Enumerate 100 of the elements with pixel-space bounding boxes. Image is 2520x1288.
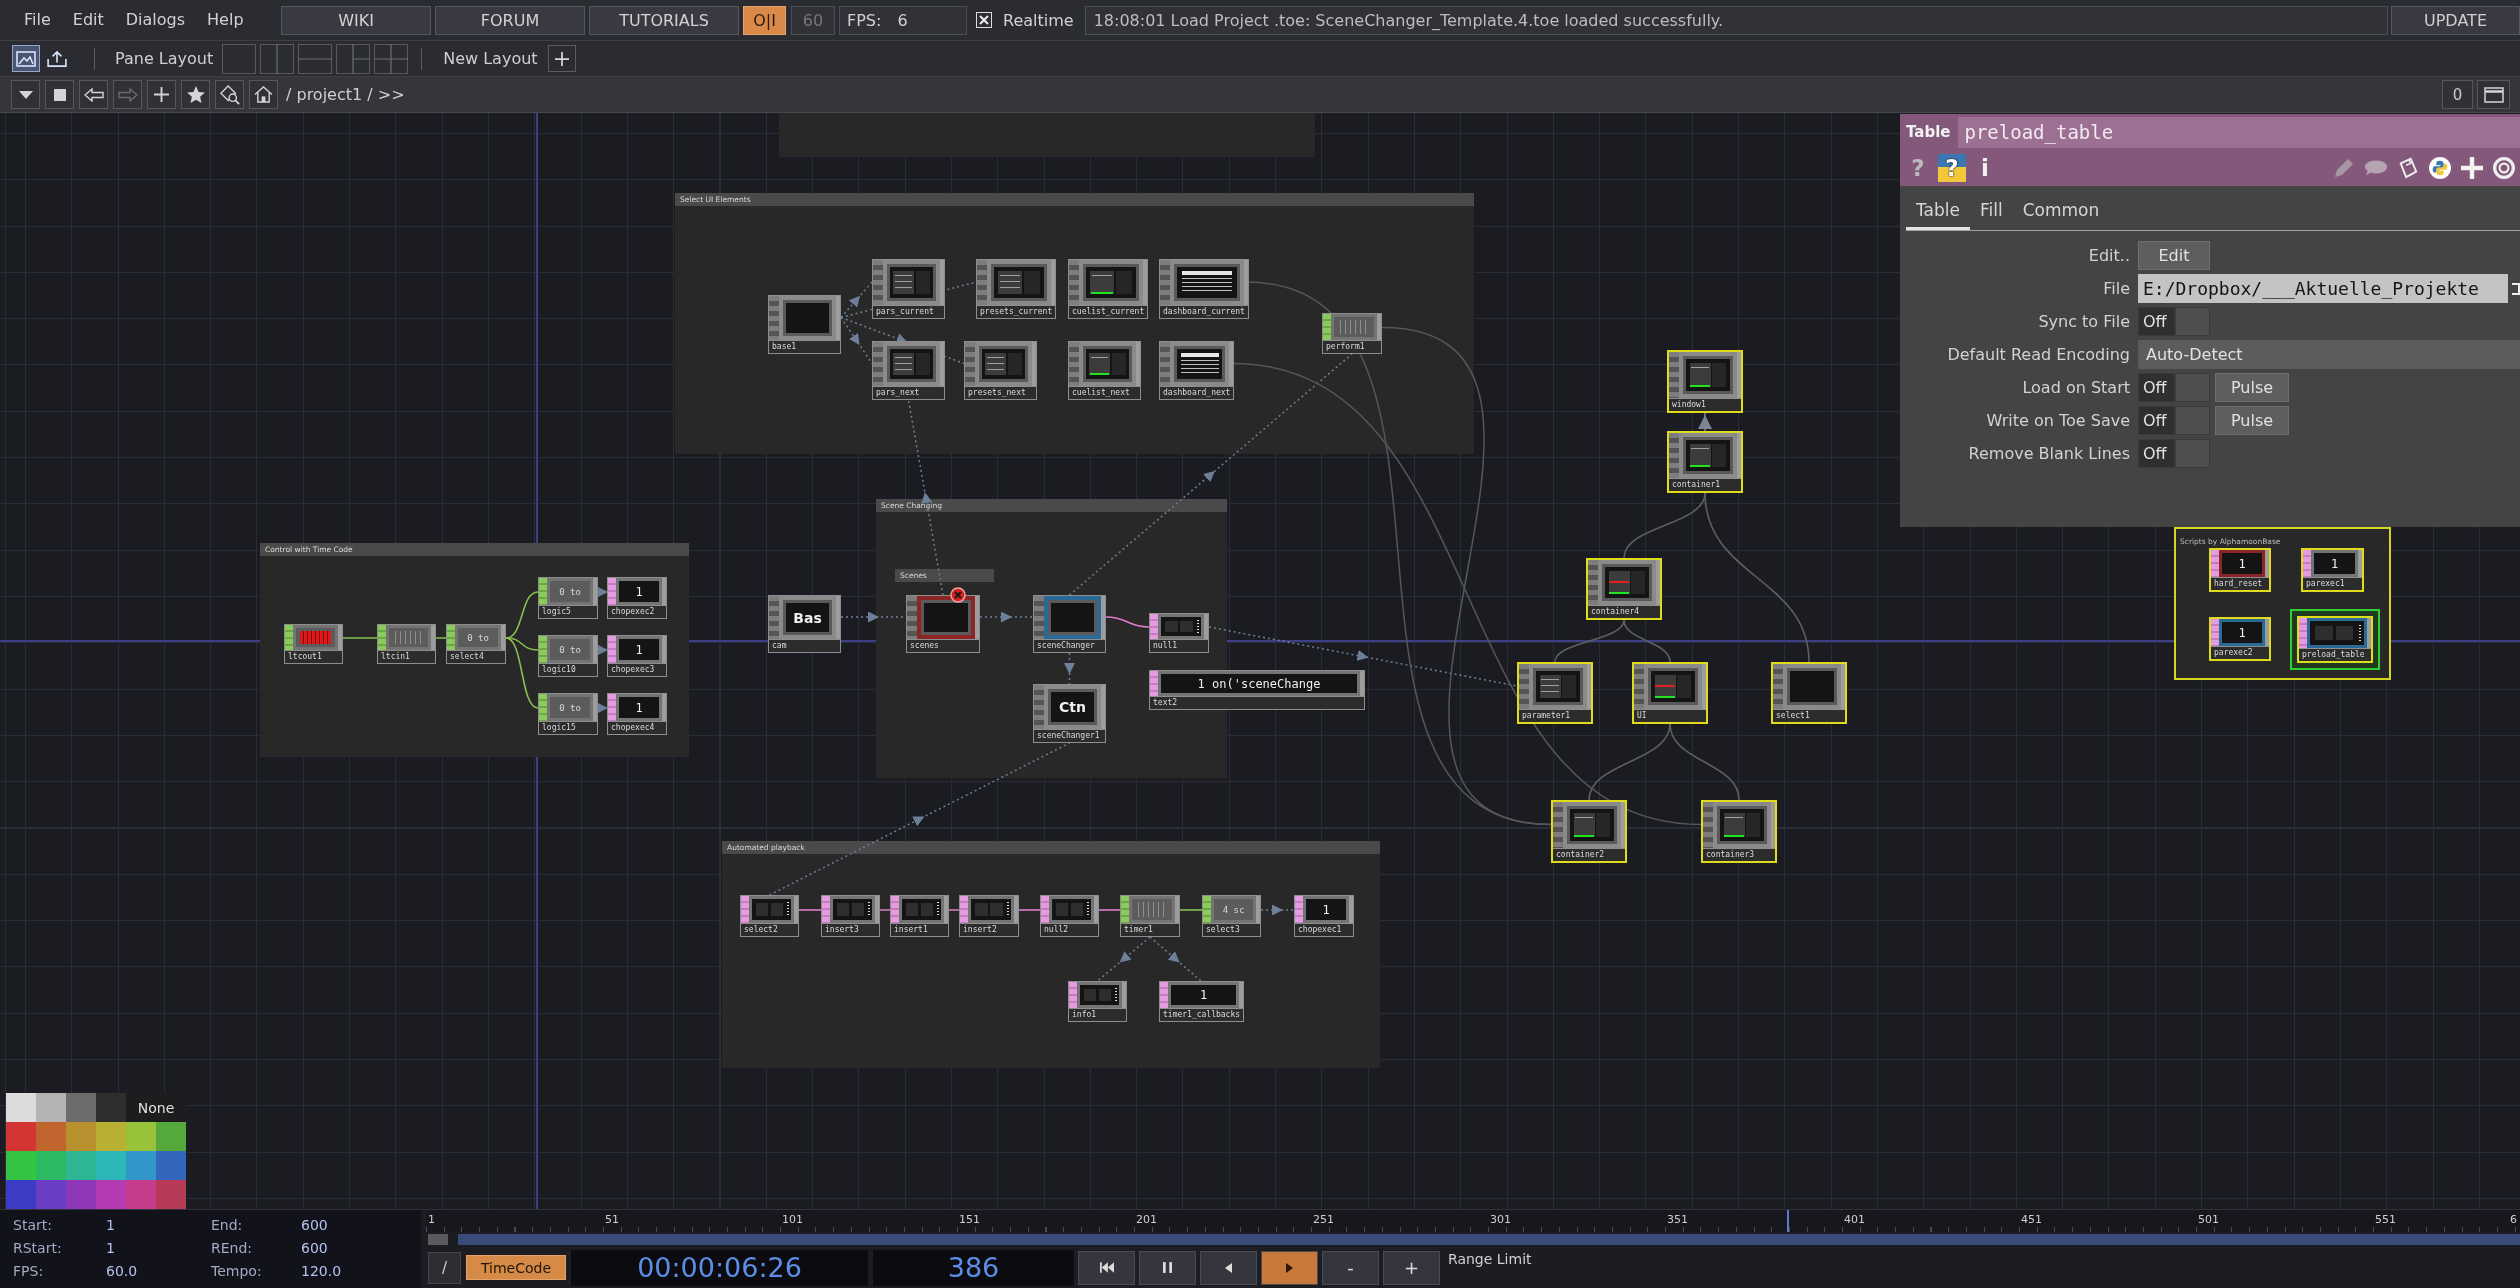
menu-item[interactable]: Dialogs (114, 8, 197, 32)
toggle-value[interactable]: Off (2138, 307, 2175, 336)
operator-node[interactable]: 0 to logic10 (538, 635, 598, 677)
operator-node[interactable]: dashboard_current (1159, 259, 1249, 319)
menu-button[interactable] (11, 80, 40, 109)
operator-node[interactable]: null2 (1040, 895, 1099, 937)
operator-node[interactable]: select2 (740, 895, 799, 937)
link-button[interactable]: FORUM (435, 5, 585, 35)
pulse-button[interactable]: Pulse (2215, 406, 2289, 435)
timeline-ruler[interactable]: 1 51 101 151 201 251 301 351 401 451 501 551 6 (426, 1210, 2520, 1232)
menu-item[interactable]: File (13, 8, 62, 32)
search-button[interactable] (215, 80, 244, 109)
operator-node[interactable]: cuelist_next (1068, 341, 1141, 400)
update-button[interactable]: UPDATE (2391, 5, 2520, 35)
tab[interactable]: Table (1906, 200, 1970, 230)
pane-layout-icon[interactable] (260, 43, 295, 74)
operator-node[interactable]: insert3 (821, 895, 880, 937)
toggle-value[interactable]: Off (2138, 373, 2175, 402)
pane-index-button[interactable]: 0 (2442, 80, 2473, 109)
color-swatch[interactable] (66, 1093, 96, 1122)
operator-node[interactable]: 4 sc select3 (1202, 895, 1261, 937)
operator-node[interactable]: 1 hard_reset (2209, 548, 2271, 592)
operator-node[interactable]: presets_current (976, 259, 1057, 319)
operator-node[interactable]: cuelist_current (1068, 259, 1149, 319)
operator-node[interactable]: 0 to select4 (446, 624, 506, 664)
file-path-field[interactable]: E:/Dropbox/___Aktuelle_Projekte (2138, 274, 2508, 303)
color-swatch[interactable] (96, 1180, 126, 1209)
toggle-box[interactable] (2175, 373, 2210, 402)
color-swatch[interactable] (96, 1151, 126, 1180)
transport-button[interactable]: - (1322, 1250, 1379, 1285)
operator-node[interactable]: 1 chopexec2 (607, 577, 667, 619)
operator-node[interactable]: insert1 (890, 895, 949, 937)
color-swatch[interactable] (36, 1122, 66, 1151)
transport-button[interactable]: + (1383, 1250, 1440, 1285)
color-swatch[interactable] (96, 1122, 126, 1151)
range-handle[interactable] (428, 1234, 448, 1245)
playhead[interactable] (1787, 1210, 1790, 1232)
operator-node[interactable]: window1 (1667, 350, 1743, 413)
color-swatch[interactable] (36, 1093, 66, 1122)
color-swatch[interactable] (126, 1122, 156, 1151)
operator-node[interactable]: null1 (1149, 613, 1209, 653)
pencil-icon[interactable] (2332, 157, 2356, 179)
home-button[interactable] (249, 80, 278, 109)
operator-node[interactable]: 1 chopexec4 (607, 693, 667, 735)
operator-node[interactable]: ltcout1 (284, 624, 343, 664)
operator-node[interactable]: 0 to logic15 (538, 693, 598, 735)
operator-node[interactable]: 1 chopexec1 (1294, 895, 1354, 937)
add-layout-button[interactable] (547, 45, 576, 72)
operator-node[interactable]: dashboard_next (1159, 341, 1235, 400)
operator-node[interactable]: Ctn sceneChanger1 (1033, 684, 1106, 743)
color-swatch[interactable] (126, 1180, 156, 1209)
operator-node[interactable]: base1 (768, 295, 841, 354)
color-swatch[interactable] (36, 1180, 66, 1209)
color-swatch[interactable] (6, 1122, 36, 1151)
menu-item[interactable]: Edit (61, 8, 115, 32)
operator-node[interactable]: scenes (906, 595, 980, 653)
pulse-button[interactable]: Pulse (2215, 373, 2289, 402)
link-button[interactable]: TUTORIALS (589, 5, 739, 35)
operator-node[interactable]: perform1 (1322, 313, 1382, 354)
transport-button[interactable] (1078, 1250, 1135, 1285)
transport-button[interactable] (1139, 1250, 1196, 1285)
color-swatch[interactable] (126, 1151, 156, 1180)
operator-node[interactable]: info1 (1068, 981, 1127, 1022)
plus-icon[interactable] (2460, 157, 2484, 179)
operator-node[interactable]: insert2 (959, 895, 1019, 937)
operator-node[interactable]: presets_next (964, 341, 1037, 400)
view-toggle-button[interactable]: / (428, 1251, 461, 1284)
timecode-button[interactable]: TimeCode (466, 1255, 566, 1280)
bracket-icon[interactable] (2512, 282, 2520, 295)
color-swatch[interactable] (96, 1093, 126, 1122)
color-swatch[interactable] (156, 1122, 186, 1151)
python-logo-icon[interactable] (2428, 157, 2452, 179)
toggle-value[interactable]: Off (2138, 406, 2175, 435)
operator-node[interactable]: container3 (1701, 800, 1777, 863)
pane-layout-icon[interactable] (298, 43, 333, 74)
color-swatch[interactable] (66, 1151, 96, 1180)
menu-item[interactable]: Help (196, 8, 255, 32)
checkbox[interactable] (976, 12, 992, 28)
tab[interactable]: Fill (1969, 200, 2013, 230)
stop-button[interactable] (45, 80, 74, 109)
toggle-box[interactable] (2175, 406, 2210, 435)
color-swatch[interactable] (66, 1180, 96, 1209)
operator-node[interactable]: UI (1632, 662, 1708, 724)
color-swatch[interactable] (36, 1151, 66, 1180)
pane-layout-icon[interactable] (336, 43, 371, 74)
operator-node[interactable]: select1 (1771, 662, 1847, 724)
pane-layout-icon[interactable] (374, 43, 409, 74)
operator-node[interactable]: parameter1 (1517, 662, 1593, 724)
toggle-box[interactable] (2175, 439, 2210, 468)
view-button[interactable] (12, 45, 40, 72)
operator-node[interactable]: timer1 (1120, 895, 1180, 937)
operator-node[interactable]: 1 parexec1 (2301, 548, 2364, 592)
operator-node[interactable]: pars_current (872, 259, 945, 319)
pane-layout-icon[interactable] (222, 43, 257, 74)
ring-icon[interactable] (2492, 157, 2516, 179)
color-swatch[interactable] (6, 1180, 36, 1209)
operator-node[interactable]: container4 (1586, 558, 1662, 620)
no-color-button[interactable]: None (126, 1093, 186, 1122)
network-path[interactable]: / project1 / >> (286, 85, 405, 104)
color-swatch[interactable] (156, 1180, 186, 1209)
